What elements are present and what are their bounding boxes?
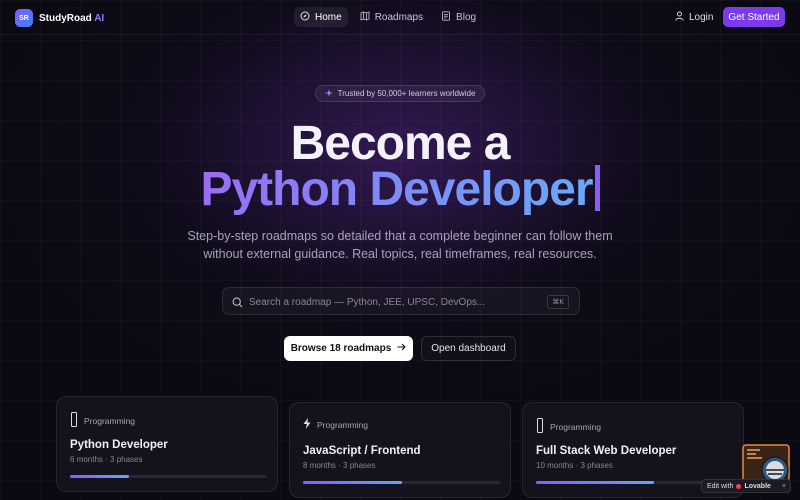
- close-icon[interactable]: ×: [782, 483, 786, 490]
- browse-label: Browse 18 roadmaps: [290, 343, 392, 354]
- compass-icon: [300, 11, 310, 24]
- edit-prefix: Edit with: [707, 482, 734, 490]
- nav-home-label: Home: [315, 11, 342, 23]
- user-icon: [675, 11, 684, 24]
- get-started-button[interactable]: Get Started: [723, 7, 785, 27]
- card-progress-fill: [70, 475, 130, 478]
- brand-logo[interactable]: SR StudyRoad AI: [15, 9, 104, 27]
- search-icon: [232, 295, 243, 308]
- card-category-label: Programming: [550, 422, 602, 432]
- hero-role-text: Python Developer: [200, 163, 593, 216]
- card-progress-fill: [303, 481, 402, 484]
- map-icon: [360, 10, 370, 24]
- bar-icon: [536, 418, 544, 436]
- search-bar[interactable]: ⌘K: [222, 287, 580, 315]
- open-dashboard-button[interactable]: Open dashboard: [421, 336, 516, 361]
- browse-roadmaps-button[interactable]: Browse 18 roadmaps: [284, 336, 413, 361]
- sparkle-icon: [324, 88, 333, 99]
- card-progress-track: [303, 481, 500, 484]
- nav-roadmaps-label: Roadmaps: [374, 11, 424, 23]
- card-progress-fill: [536, 481, 655, 484]
- card-category-label: Programming: [317, 420, 369, 430]
- card-progress-track: [70, 475, 267, 478]
- nav-links: Home Roadmaps Blog: [294, 7, 482, 27]
- roadmap-card-javascript[interactable]: Programming JavaScript / Frontend 8 mont…: [289, 402, 511, 498]
- nav-roadmaps[interactable]: Roadmaps: [354, 7, 429, 27]
- brand-name: StudyRoad AI: [39, 12, 105, 24]
- card-meta: 6 months · 3 phases: [70, 455, 143, 464]
- edit-brand: Lovable: [744, 482, 771, 490]
- card-title: JavaScript / Frontend: [303, 445, 421, 457]
- login-label: Login: [689, 12, 714, 23]
- subtitle-line1: Step-by-step roadmaps so detailed that a…: [187, 229, 613, 243]
- edit-with-badge[interactable]: Edit with Lovable ×: [701, 479, 791, 493]
- document-icon: [441, 10, 451, 24]
- trusted-label: Trusted by 50,000+ learners worldwide: [337, 89, 476, 98]
- subtitle-line2: without external guidance. Real topics, …: [203, 247, 597, 261]
- shortcut-key: ⌘K: [547, 295, 569, 309]
- card-title: Python Developer: [70, 439, 168, 451]
- typing-caret: [594, 165, 600, 211]
- lightning-icon: [303, 418, 311, 432]
- card-title: Full Stack Web Developer: [536, 445, 677, 457]
- login-link[interactable]: Login: [675, 11, 713, 24]
- top-nav: SR StudyRoad AI Home Roadmaps Blog Login…: [0, 0, 800, 35]
- hero-heading-line2: Python Developer: [0, 162, 800, 217]
- logo-badge: SR: [15, 9, 33, 27]
- card-meta: 8 months · 3 phases: [303, 461, 376, 470]
- card-category: Programming: [70, 412, 135, 430]
- card-meta: 10 months · 3 phases: [536, 461, 613, 470]
- search-input[interactable]: [249, 292, 539, 312]
- nav-home[interactable]: Home: [294, 7, 348, 27]
- arrow-right-icon: [397, 343, 407, 354]
- roadmap-card-python[interactable]: Programming Python Developer 6 months · …: [56, 396, 278, 492]
- page: SR StudyRoad AI Home Roadmaps Blog Login…: [0, 0, 800, 500]
- brand-suffix: AI: [91, 12, 105, 24]
- card-category: Programming: [536, 418, 601, 436]
- card-category-label: Programming: [84, 416, 136, 426]
- nav-blog[interactable]: Blog: [435, 7, 482, 27]
- hero-subtitle: Step-by-step roadmaps so detailed that a…: [180, 227, 620, 263]
- heart-icon: [736, 483, 742, 489]
- bar-icon: [70, 412, 78, 430]
- card-category: Programming: [303, 418, 368, 432]
- trusted-badge: Trusted by 50,000+ learners worldwide: [315, 85, 485, 102]
- nav-blog-label: Blog: [456, 11, 477, 23]
